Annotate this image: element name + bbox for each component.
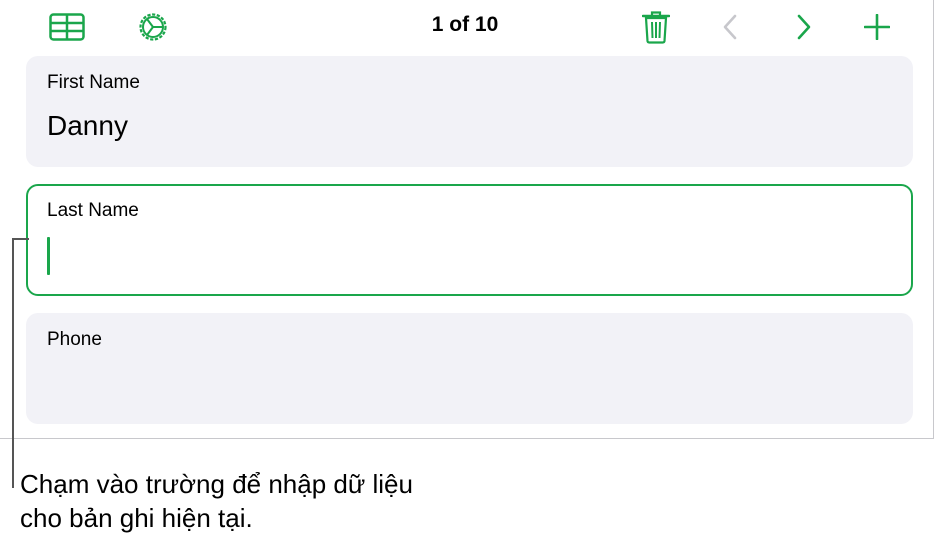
field-label: First Name — [47, 72, 140, 93]
record-counter: 1 of 10 — [431, 13, 499, 36]
field-value: Danny — [47, 110, 128, 141]
chevron-right-icon — [797, 14, 811, 40]
plus-icon — [864, 14, 890, 40]
field-last-name[interactable]: Last Name — [26, 184, 913, 296]
field-first-name[interactable]: First Name Danny — [26, 56, 913, 167]
field-label: Last Name — [47, 200, 139, 221]
record-form-screen: 1 of 10 First Name Danny Last Name Phone — [0, 0, 934, 439]
delete-record-button[interactable] — [636, 8, 676, 46]
form-settings-button[interactable] — [133, 8, 173, 46]
callout-caption: Chạm vào trường để nhập dữ liệu cho bản … — [20, 467, 540, 535]
field-label: Phone — [47, 329, 102, 350]
gear-icon — [139, 13, 167, 41]
text-cursor — [47, 237, 50, 275]
chevron-left-icon — [723, 14, 737, 40]
add-record-button[interactable] — [857, 8, 897, 46]
trash-icon — [642, 11, 670, 44]
callout-line-1: Chạm vào trường để nhập dữ liệu — [20, 469, 413, 499]
callout-leader-line — [12, 238, 14, 488]
callout-leader-tick — [12, 238, 29, 240]
field-phone[interactable]: Phone — [26, 313, 913, 424]
table-icon — [49, 13, 85, 41]
table-view-button[interactable] — [47, 8, 87, 46]
toolbar: 1 of 10 — [0, 0, 934, 54]
callout-line-2: cho bản ghi hiện tại. — [20, 503, 253, 533]
previous-record-button[interactable] — [710, 8, 750, 46]
next-record-button[interactable] — [784, 8, 824, 46]
